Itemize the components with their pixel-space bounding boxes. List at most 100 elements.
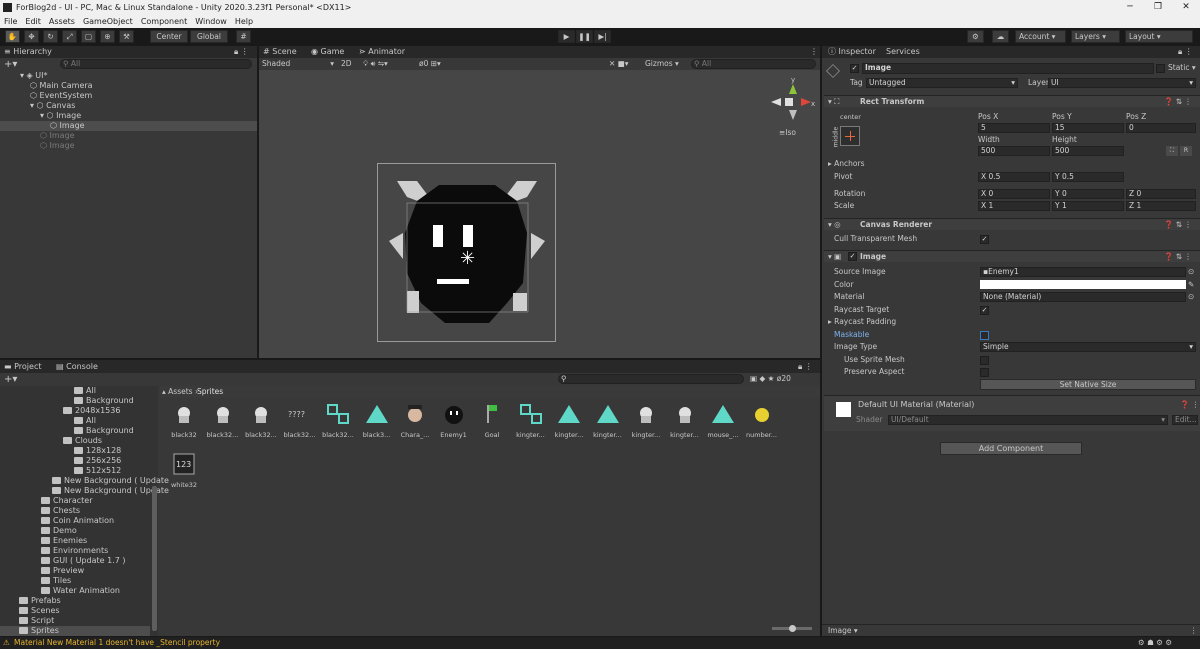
raw-edit-button[interactable]: R <box>1180 146 1192 156</box>
gizmos-dropdown[interactable]: Gizmos ▾ <box>645 59 679 69</box>
account-dropdown[interactable]: Account ▾ <box>1015 30 1066 43</box>
asset-item[interactable]: black32... <box>205 401 241 439</box>
breadcrumb-sprites[interactable]: Sprites <box>197 387 223 397</box>
anchors-foldout[interactable]: ▸ Anchors <box>828 159 865 169</box>
pos-z-field[interactable]: 0 <box>1126 123 1196 133</box>
zoom-slider-handle[interactable] <box>789 625 796 632</box>
set-native-size-button[interactable]: Set Native Size <box>980 379 1196 390</box>
play-button[interactable]: ▶ <box>558 30 575 43</box>
asset-item[interactable]: kingter... <box>628 401 664 439</box>
hierarchy-item[interactable]: ⬡ Image <box>0 121 257 131</box>
height-field[interactable]: 500 <box>1052 146 1124 156</box>
source-picker-icon[interactable]: ⊙ <box>1188 267 1194 277</box>
folder-item[interactable]: Scenes <box>0 606 150 616</box>
add-component-button[interactable]: Add Component <box>940 442 1082 455</box>
menu-gameobject[interactable]: GameObject <box>79 17 137 26</box>
asset-item[interactable]: kingter... <box>667 401 703 439</box>
folder-scrollbar[interactable] <box>152 486 157 631</box>
folder-item[interactable]: Environments <box>0 546 150 556</box>
shader-dropdown[interactable]: UI/Default ▾ <box>888 415 1168 425</box>
asset-item[interactable]: Chara_... <box>397 401 433 439</box>
filter-icons[interactable]: ▣ ◆ ★ ø20 <box>750 374 791 384</box>
asset-item[interactable]: black3... <box>359 401 395 439</box>
folder-item[interactable]: 256x256 <box>0 456 150 466</box>
tab-inspector[interactable]: ⓘ Inspector <box>828 46 876 58</box>
rotation-z-field[interactable]: Z 0 <box>1126 189 1196 199</box>
tab-animator[interactable]: ⋗ Animator <box>359 46 405 58</box>
project-lock-icon[interactable]: 🔒︎ ⋮ <box>798 361 813 373</box>
material-picker-icon[interactable]: ⊙ <box>1188 292 1194 302</box>
footer-menu-icon[interactable]: ⋮ <box>1190 626 1198 636</box>
add-object-icon[interactable]: +▾ <box>4 59 17 70</box>
scale-z-field[interactable]: Z 1 <box>1126 201 1196 211</box>
pivot-global-button[interactable]: Global <box>190 30 228 43</box>
image-type-dropdown[interactable]: Simple ▾ <box>980 342 1196 352</box>
grid-snap-icon[interactable]: # <box>236 30 251 43</box>
hierarchy-search-input[interactable]: ⚲ All <box>60 59 252 69</box>
orientation-gizmo-icon[interactable]: y x <box>767 76 817 136</box>
anchor-preset-button[interactable] <box>840 126 860 146</box>
folder-item[interactable]: Prefabs <box>0 596 150 606</box>
maskable-checkbox[interactable] <box>980 331 989 340</box>
2d-toggle[interactable]: 2D <box>341 59 352 69</box>
asset-item[interactable]: black32... <box>243 401 279 439</box>
folder-item[interactable]: 512x512 <box>0 466 150 476</box>
rect-tool-icon[interactable]: ▢ <box>81 30 96 43</box>
pivot-x-field[interactable]: X 0.5 <box>978 172 1050 182</box>
pos-y-field[interactable]: 15 <box>1052 123 1124 133</box>
asset-item[interactable]: Goal <box>474 401 510 439</box>
material-field[interactable]: None (Material) <box>980 292 1186 302</box>
folder-item[interactable]: All <box>0 386 150 396</box>
project-search-input[interactable]: ⚲ <box>558 374 744 384</box>
menu-file[interactable]: File <box>0 17 21 26</box>
status-icons[interactable]: ⚙ ☗ ⚙ ⚙ <box>1138 638 1172 648</box>
tab-hierarchy[interactable]: ≡ Hierarchy <box>4 46 52 58</box>
asset-item[interactable]: black32 <box>166 401 202 439</box>
material-menu-icon[interactable]: ❓ ⋮ <box>1180 400 1199 410</box>
object-name-field[interactable]: Image <box>862 63 1154 74</box>
asset-item[interactable]: ???? black32... <box>282 401 318 439</box>
hierarchy-item[interactable]: ▾ ⬡ Canvas <box>0 101 257 111</box>
asset-item[interactable]: kingter... <box>590 401 626 439</box>
preserve-aspect-checkbox[interactable] <box>980 368 989 377</box>
layout-dropdown[interactable]: Layout ▾ <box>1125 30 1193 43</box>
asset-item[interactable]: kingter... <box>513 401 549 439</box>
pause-button[interactable]: ❚❚ <box>576 30 593 43</box>
eyedropper-icon[interactable]: ✎ <box>1188 280 1194 290</box>
hierarchy-item[interactable]: ⬡ EventSystem <box>0 91 257 101</box>
inspector-footer-dropdown[interactable]: Image ▾ <box>828 626 858 636</box>
status-message[interactable]: Material New Material 1 doesn't have _St… <box>14 638 220 648</box>
breadcrumb-assets[interactable]: ▴ Assets › <box>162 387 198 397</box>
width-field[interactable]: 500 <box>978 146 1050 156</box>
hand-tool-icon[interactable]: ✋ <box>5 30 20 43</box>
image-enabled-checkbox[interactable]: ✓ <box>848 252 857 261</box>
folder-item[interactable]: 2048x1536 <box>0 406 150 416</box>
scene-search-input[interactable]: ⚲ All <box>691 59 816 69</box>
pivot-center-button[interactable]: Center <box>150 30 188 43</box>
cloud-icon[interactable]: ☁ <box>992 30 1009 43</box>
raycast-checkbox[interactable]: ✓ <box>980 306 989 315</box>
folder-item[interactable]: Script <box>0 616 150 626</box>
tag-dropdown[interactable]: Untagged ▾ <box>866 78 1018 88</box>
asset-item[interactable]: 123 white32 <box>166 451 202 489</box>
tools-icon[interactable]: ✕ ■▾ <box>609 59 629 69</box>
tab-project[interactable]: ▬ Project <box>4 361 41 373</box>
folder-item[interactable]: New Background ( Update <box>0 476 169 486</box>
raycast-padding-foldout[interactable]: ▸ Raycast Padding <box>828 317 896 327</box>
menu-help[interactable]: Help <box>231 17 257 26</box>
menu-assets[interactable]: Assets <box>45 17 79 26</box>
tab-services[interactable]: Services <box>886 46 920 58</box>
asset-item[interactable]: number... <box>744 401 780 439</box>
folder-item[interactable]: Background <box>0 396 150 406</box>
active-checkbox[interactable]: ✓ <box>850 64 859 73</box>
folder-item[interactable]: Clouds <box>0 436 150 446</box>
more-menu-icon[interactable]: ⋮ <box>810 46 818 58</box>
folder-item[interactable]: New Background ( Update <box>0 486 169 496</box>
shading-dropdown[interactable]: Shaded ▾ <box>262 59 334 69</box>
menu-component[interactable]: Component <box>137 17 191 26</box>
tab-scene[interactable]: # Scene <box>263 46 297 58</box>
folder-item[interactable]: Sprites <box>0 626 150 636</box>
cull-checkbox[interactable]: ✓ <box>980 235 989 244</box>
maximize-icon[interactable]: ❐ <box>1144 0 1172 14</box>
scene-viewport[interactable]: y x ≡Iso ✳ <box>259 70 820 358</box>
